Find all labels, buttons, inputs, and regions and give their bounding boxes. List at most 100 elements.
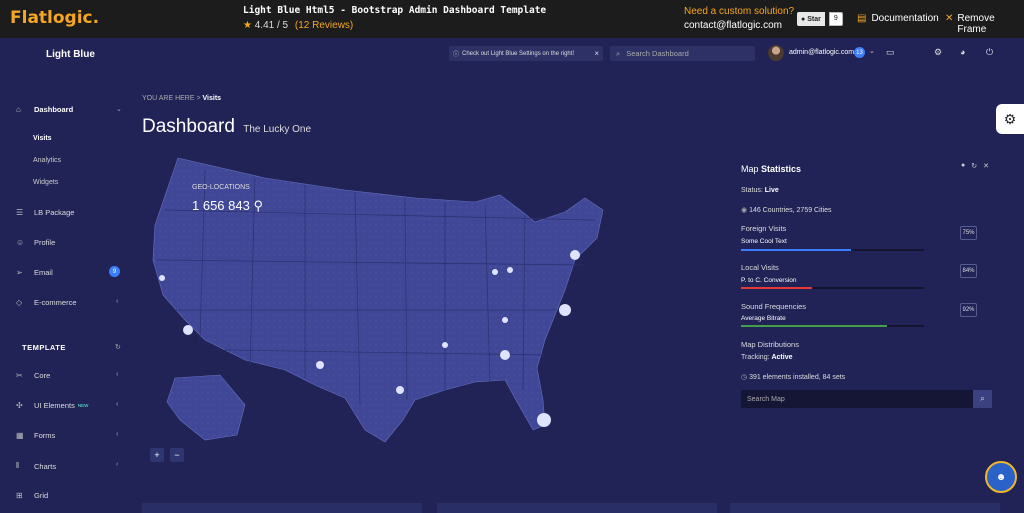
sidebar-item-label: Forms [34,431,56,440]
sidebar-item-core[interactable]: ✂ Core [16,371,50,380]
chevron-left-icon[interactable]: ‹ [116,371,118,378]
user-email[interactable]: admin@flatlogic.com [789,49,854,56]
chevron-left-icon[interactable]: ‹ [116,431,118,438]
local-visits-bar-fill [741,287,813,289]
sidebar-item-grid[interactable]: ⊞ Grid [16,491,48,500]
refresh-icon[interactable]: ↻ [971,162,977,170]
map-marker[interactable] [316,361,324,369]
sidebar-item-lb-package[interactable]: ☰ LB Package [16,208,74,217]
map-marker[interactable] [159,275,165,281]
chevron-left-icon[interactable]: ‹ [116,298,118,305]
settings-notice: ⓘ Check out Light Blue Settings on the r… [449,46,603,61]
custom-solution-prompt[interactable]: Need a custom solution? [684,6,794,17]
sidebar: ⌂ Dashboard ⌄ Visits Analytics Widgets ☰… [0,70,140,513]
panel-title: Map Statistics [741,164,801,174]
search-icon: ⌕ [616,48,621,58]
close-notice-icon[interactable]: × [594,49,599,58]
usa-map[interactable] [145,150,625,450]
chevron-down-icon[interactable]: ⌄ [869,47,875,55]
page-title: Dashboard The Lucky One [142,116,311,138]
dashboard-search-input[interactable]: ⌕ Search Dashboard [610,46,755,61]
notifications-badge[interactable]: 13 [854,47,865,58]
map-marker[interactable] [507,267,513,273]
location-icon: ◉ [741,207,748,214]
settings-icon[interactable]: ● [961,162,965,170]
settings-gear-tab[interactable]: ⚙ [996,104,1024,134]
sidebar-item-ui-elements[interactable]: ✣ UI Elements NEW [16,401,88,410]
sidebar-item-dashboard[interactable]: ⌂ Dashboard [16,105,73,114]
gear-icon: ⚙ [1003,110,1017,127]
sidebar-item-label: Email [34,268,53,277]
search-map-input[interactable]: Search Map [741,390,973,408]
bottom-widget-card [437,503,717,513]
reviews-link[interactable]: (12 Reviews) [295,20,353,31]
chevron-down-icon[interactable]: ⌄ [116,105,122,113]
gear-icon[interactable]: ⚙ [934,47,942,58]
status-line: Status: Live [741,187,779,194]
status-label: Status: [741,187,763,194]
map-marker[interactable] [442,342,448,348]
notice-text: Check out Light Blue Settings on the rig… [462,50,575,57]
contact-email[interactable]: contact@flatlogic.com [684,20,782,31]
github-star-button[interactable]: ● Star 9 [797,12,843,26]
search-placeholder: Search Dashboard [626,49,689,58]
alaska-dot-texture [167,375,245,440]
countries-line: ◉ 146 Countries, 2759 Cities [741,206,832,214]
messages-icon[interactable]: ▭ [886,47,895,58]
search-map-button[interactable]: ⌕ [973,390,992,408]
sidebar-item-email[interactable]: ➢ Email [16,268,53,277]
breadcrumb-current[interactable]: Visits [203,95,222,102]
bottom-widget-card [142,503,422,513]
refresh-icon[interactable]: ↻ [115,343,121,351]
helper-bot-button[interactable]: ☻ [985,461,1017,493]
local-visits-bar [741,287,924,289]
map-marker[interactable] [559,304,571,316]
map-marker[interactable] [396,386,404,394]
globe-icon[interactable]: ◕ [960,47,965,57]
sidebar-item-analytics[interactable]: Analytics [33,157,61,164]
home-icon: ⌂ [16,105,21,114]
sound-frequencies-label: Sound Frequencies [741,302,807,311]
chevron-left-icon[interactable]: ‹ [116,461,118,468]
zoom-in-button[interactable]: + [150,448,164,462]
remove-frame-link[interactable]: ✕ Remove Frame [945,13,1024,35]
close-icon[interactable]: ✕ [983,162,989,170]
page-subtitle: The Lucky One [243,124,312,135]
sidebar-item-ecommerce[interactable]: ◇ E-commerce [16,298,77,307]
sidebar-item-forms[interactable]: ▦ Forms [16,431,55,440]
flatlogic-logo[interactable]: Flatlogic. [10,8,99,28]
zoom-out-button[interactable]: − [170,448,184,462]
sidebar-item-widgets[interactable]: Widgets [33,179,58,186]
paper-plane-icon: ➢ [16,268,23,277]
map-marker[interactable] [492,269,498,275]
geo-locations-label: GEO-LOCATIONS [192,184,250,191]
documentation-link[interactable]: ▤ Documentation [857,13,939,24]
power-icon[interactable]: ⏻ [986,47,993,58]
foreign-visits-bar-fill [741,249,851,251]
layers-icon: ☰ [16,208,24,217]
puzzle-icon: ✣ [16,401,23,410]
map-marker[interactable] [500,350,510,360]
bottom-widget-card [730,503,1000,513]
search-map-placeholder: Search Map [747,395,785,403]
sidebar-item-label: UI Elements [34,401,75,410]
map-marker[interactable] [502,317,508,323]
map-marker[interactable] [183,325,193,335]
sidebar-item-charts[interactable]: ⫴ Charts [16,461,56,471]
sidebar-item-label: E-commerce [34,298,77,307]
countries-text: 146 Countries, 2759 Cities [749,207,832,214]
document-icon: ▤ [857,13,867,24]
sidebar-item-label: Grid [34,491,49,500]
sidebar-item-profile[interactable]: ☺ Profile [16,238,55,247]
sound-frequencies-sub: Average Bitrate [741,315,786,322]
sidebar-item-visits[interactable]: Visits [33,135,52,142]
chevron-left-icon[interactable]: ‹ [116,401,118,408]
map-marker[interactable] [570,250,580,260]
local-visits-percent: 84% [960,264,977,278]
robot-icon: ☻ [995,471,1007,483]
brand-title[interactable]: Light Blue [46,49,95,60]
map-pin-icon: ⚲ [253,198,263,213]
map-marker[interactable] [537,413,551,427]
avatar[interactable] [768,45,784,61]
tracking-line: Tracking: Active [741,354,793,361]
